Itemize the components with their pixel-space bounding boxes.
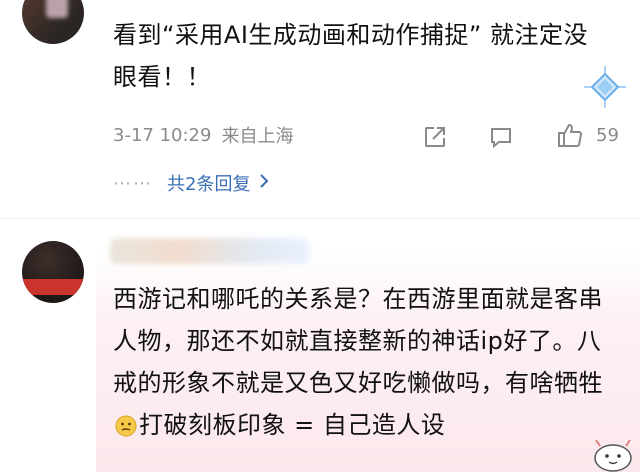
chevron-right-icon <box>258 173 270 193</box>
thumbs-up-icon[interactable] <box>556 120 586 150</box>
cartoon-sticker <box>590 432 636 472</box>
view-replies-link[interactable]: 共2条回复 <box>167 170 250 196</box>
thinking-face-emoji <box>115 408 137 437</box>
share-icon[interactable] <box>422 124 448 150</box>
username-blurred[interactable] <box>110 238 310 264</box>
comment-text: 西游记和哪吒的关系是？在西游里面就是客串人物，那还不如就直接整新的神话ip好了。… <box>113 278 613 446</box>
divider <box>0 218 640 219</box>
avatar[interactable] <box>22 0 84 44</box>
comment-icon[interactable] <box>488 124 514 150</box>
comment-date: 3-17 10:29 <box>113 124 212 146</box>
blue-diamond-sticker <box>582 64 628 110</box>
replies-row[interactable]: ⋯⋯ 共2条回复 <box>113 170 270 196</box>
comment-location: 来自上海 <box>221 126 294 147</box>
comment-text: 看到“采用AI生成动画和动作捕捉” 就注定没眼看！！ <box>113 21 588 91</box>
avatar[interactable] <box>22 241 84 303</box>
comment-text-part2: 打破刻板印象 = 自己造人设 <box>139 411 446 439</box>
like-count: 59 <box>596 125 619 146</box>
comment-meta: 3-17 10:29 来自上海 <box>113 122 293 148</box>
comment-text-part1: 西游记和哪吒的关系是？在西游里面就是客串人物，那还不如就直接整新的神话ip好了。… <box>113 285 603 397</box>
thread-dots: ⋯⋯ <box>113 172 153 194</box>
